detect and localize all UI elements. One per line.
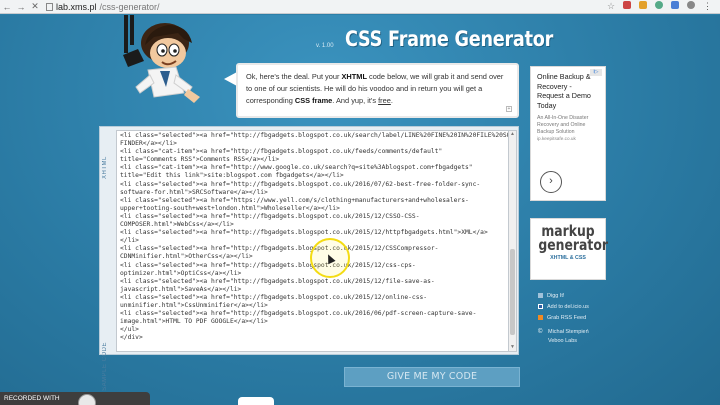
bubble-text: . bbox=[390, 96, 393, 105]
extension-icon[interactable] bbox=[623, 1, 631, 9]
code-line: <li class="selected"><a href="https://ww… bbox=[120, 196, 469, 204]
code-line: </li> bbox=[120, 237, 139, 245]
code-line: <li class="selected"><a href="http://fbg… bbox=[120, 277, 435, 285]
markup-logo-tagline: XHTML & CSS bbox=[550, 255, 586, 261]
chevron-right-icon[interactable]: › bbox=[540, 171, 562, 193]
code-line: <li class="selected"><a href="http://fbg… bbox=[120, 293, 428, 301]
recorder-logo bbox=[78, 394, 96, 405]
menu-icon[interactable]: ⋮ bbox=[703, 1, 712, 12]
code-line: <li class="selected"><a href="http://fbg… bbox=[120, 180, 481, 188]
rss-icon bbox=[538, 315, 543, 320]
code-panel: XHTML INSERT SAMPLE CODE <li class="sele… bbox=[99, 126, 519, 405]
digg-link[interactable]: Digg It! bbox=[547, 293, 564, 299]
recorder-label: RECORDED WITH bbox=[4, 395, 60, 402]
code-line: <li class="selected"><a href="http://fbg… bbox=[120, 212, 420, 220]
code-line: upper+tooting-south+west+london.html">Wh… bbox=[120, 204, 340, 212]
scientist-mascot bbox=[123, 15, 200, 103]
code-line: title="Comments RSS">Comments RSS</a></l… bbox=[120, 156, 280, 164]
intro-bubble: Ok, here's the deal. Put your XHTML code… bbox=[236, 63, 519, 118]
code-line: <li class="cat-item"><a href="http://www… bbox=[120, 164, 473, 172]
code-line: title="Edit this link">site:blogspot.com… bbox=[120, 172, 344, 180]
code-line: unminifier.html">CssUnminifier</a></li> bbox=[120, 301, 268, 309]
address-bar[interactable]: lab.xms.pl/css-generator/ bbox=[46, 2, 160, 12]
copyright-row: © bbox=[538, 326, 543, 337]
version-label: v. 1.00 bbox=[316, 43, 334, 49]
extension-icon[interactable] bbox=[655, 1, 663, 9]
page-title: CSS Frame Generator bbox=[345, 27, 554, 51]
extension-icon[interactable] bbox=[671, 1, 679, 9]
code-line: <li class="cat-item"><a href="http://fbg… bbox=[120, 148, 443, 156]
code-line: <li class="selected"><a href="http://fbg… bbox=[120, 132, 509, 139]
extension-icon[interactable] bbox=[687, 1, 695, 9]
bubble-text: Ok, here's the deal. Put your bbox=[246, 72, 342, 81]
extension-icon[interactable] bbox=[639, 1, 647, 9]
delicious-icon bbox=[538, 304, 543, 309]
recorder-badge: RECORDED WITH bbox=[0, 392, 150, 405]
rss-link[interactable]: Grab RSS Feed bbox=[547, 315, 586, 321]
xhtml-code-input[interactable]: <li class="selected"><a href="http://fbg… bbox=[116, 130, 509, 352]
code-line: </div> bbox=[120, 334, 143, 342]
code-line: </ul> bbox=[120, 326, 139, 334]
page-icon bbox=[46, 2, 53, 11]
code-line: <li class="selected"><a href="http://fbg… bbox=[120, 310, 477, 318]
code-line: <li class="selected"><a href="http://fbg… bbox=[120, 229, 488, 237]
expand-icon[interactable]: + bbox=[506, 106, 512, 112]
scroll-thumb[interactable] bbox=[510, 249, 515, 335]
delicious-link[interactable]: Add to del.icio.us bbox=[547, 304, 589, 310]
ad-body: An All-In-One Disaster Recovery and Onli… bbox=[537, 115, 589, 135]
code-line: image.html">HTML TO PDF GOOGLE</a></li> bbox=[120, 318, 268, 326]
adchoices-icon[interactable]: i▷ bbox=[590, 69, 602, 76]
ad-site: ip.keepitsafe.co.uk bbox=[537, 136, 576, 142]
ad-box[interactable]: i▷ Online Backup & Recovery - Request a … bbox=[530, 66, 606, 201]
code-line: COMPOSER.html">WebCss</a></li> bbox=[120, 221, 234, 229]
ad-heading[interactable]: Online Backup & Recovery - Request a Dem… bbox=[537, 72, 599, 110]
share-links: Digg It! Add to del.icio.us Grab RSS Fee… bbox=[538, 290, 589, 323]
free-link[interactable]: free bbox=[378, 96, 391, 105]
url-path: /css-generator/ bbox=[99, 1, 160, 12]
give-me-my-code-button[interactable]: GIVE ME MY CODE bbox=[344, 367, 520, 387]
code-line: FINDER</a></li> bbox=[120, 140, 177, 148]
bubble-css-frame: CSS frame bbox=[294, 96, 333, 105]
markup-logo-line2: generator bbox=[538, 236, 608, 254]
scroll-up-icon[interactable]: ▲ bbox=[509, 131, 516, 138]
copyright-icon: © bbox=[538, 328, 543, 335]
bubble-xhtml: XHTML bbox=[341, 72, 367, 81]
xhtml-side-label: XHTML bbox=[102, 156, 108, 179]
code-line: software-for.html">SRCSoftware</a></li> bbox=[120, 188, 268, 196]
browser-toolbar: ← → ✕ lab.xms.pl/css-generator/ ☆ ⋮ bbox=[0, 0, 720, 14]
bubble-text: . And yup, it's bbox=[332, 96, 379, 105]
code-scrollbar[interactable]: ▲ ▼ bbox=[509, 130, 517, 352]
close-icon[interactable]: ✕ bbox=[28, 1, 42, 12]
back-arrow-icon[interactable]: ← bbox=[0, 2, 14, 12]
author-name[interactable]: Michał Stempień bbox=[548, 328, 589, 337]
bottom-tab bbox=[238, 397, 274, 405]
markup-generator-ad[interactable]: markup generator XHTML & CSS bbox=[530, 218, 608, 280]
author-company[interactable]: Veboo Labs bbox=[548, 337, 589, 346]
scroll-down-icon[interactable]: ▼ bbox=[509, 344, 516, 351]
forward-arrow-icon[interactable]: → bbox=[14, 2, 28, 12]
code-line: optimizer.html">OptiCss</a></li> bbox=[120, 269, 242, 277]
url-host: lab.xms.pl bbox=[56, 1, 97, 12]
credits: Michał Stempień Veboo Labs bbox=[548, 328, 589, 346]
bookmark-star-icon[interactable]: ☆ bbox=[607, 1, 615, 11]
code-line: javascript.html">SaveAs</a></li> bbox=[120, 285, 242, 293]
digg-icon bbox=[538, 293, 543, 298]
